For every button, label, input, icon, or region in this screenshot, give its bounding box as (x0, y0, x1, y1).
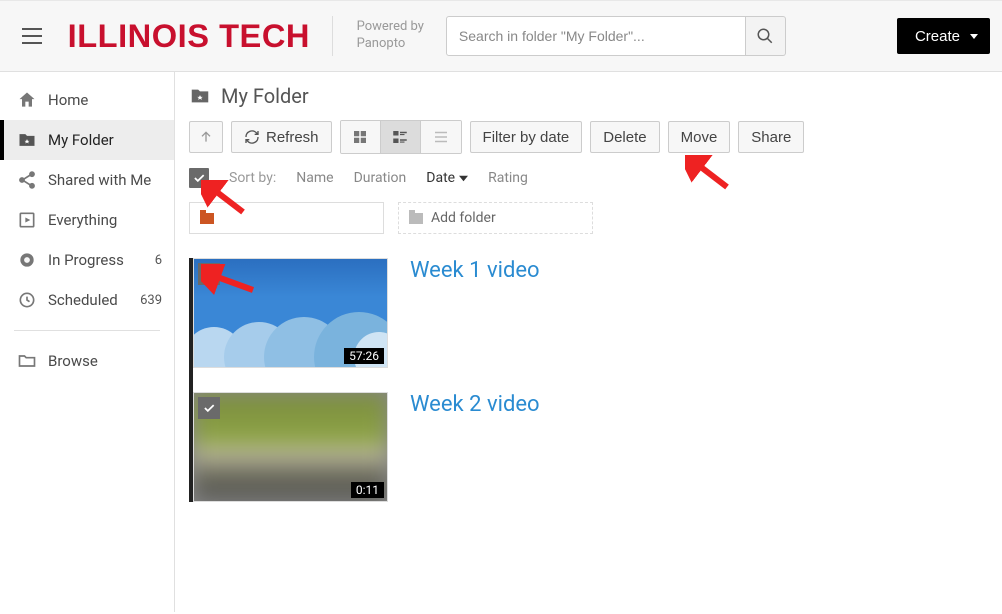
video-thumbnail[interactable]: 0:11 (193, 392, 388, 502)
refresh-button[interactable]: Refresh (231, 121, 332, 153)
search (446, 16, 786, 56)
view-grid-button[interactable] (341, 121, 381, 153)
sidebar-item-browse[interactable]: Browse (0, 341, 174, 381)
starred-folder-icon (189, 85, 211, 107)
sort-by-label: Sort by: (229, 170, 276, 186)
sidebar-item-shared[interactable]: Shared with Me (0, 160, 174, 200)
sidebar-divider (14, 330, 160, 331)
toolbar: Refresh Filter by date Delete Move Share (189, 120, 988, 154)
list-lines-icon (432, 128, 450, 146)
filter-button[interactable]: Filter by date (470, 121, 583, 153)
sidebar-item-everything[interactable]: Everything (0, 200, 174, 240)
powered-line2: Panopto (357, 36, 424, 53)
video-row: 0:11 Week 2 video (193, 392, 988, 502)
powered-line1: Powered by (357, 19, 424, 36)
video-checkbox[interactable] (198, 263, 220, 285)
sidebar-count: 639 (140, 293, 162, 308)
video-list: 57:26 Week 1 video 0:11 Week 2 video (189, 258, 988, 502)
sidebar-item-my-folder[interactable]: My Folder (0, 120, 174, 160)
sidebar-item-label: Everything (48, 211, 117, 229)
create-button[interactable]: Create (897, 18, 990, 54)
check-icon (202, 401, 216, 415)
sidebar-item-label: My Folder (48, 131, 114, 149)
video-thumbnail[interactable]: 57:26 (193, 258, 388, 368)
breadcrumb: My Folder (189, 84, 988, 108)
refresh-label: Refresh (266, 129, 319, 146)
delete-button[interactable]: Delete (590, 121, 659, 153)
video-title-link[interactable]: Week 2 video (410, 392, 540, 502)
search-input[interactable] (446, 16, 746, 56)
sidebar-count: 6 (155, 253, 162, 268)
check-icon (192, 171, 206, 185)
main-content: My Folder Refresh Filter by date Delete … (175, 72, 1002, 612)
powered-by-label: Powered by Panopto (357, 19, 424, 53)
caret-down-icon (459, 174, 468, 183)
sidebar-item-scheduled[interactable]: Scheduled 639 (0, 280, 174, 320)
top-bar: ILLINOIS TECH Powered by Panopto Create (0, 0, 1002, 72)
record-icon (16, 249, 38, 271)
folder-icon (409, 213, 423, 224)
sort-rating[interactable]: Rating (488, 170, 528, 186)
video-title-link[interactable]: Week 1 video (410, 258, 540, 368)
page-title: My Folder (221, 84, 309, 108)
video-row: 57:26 Week 1 video (193, 258, 988, 368)
select-all-checkbox[interactable] (189, 168, 209, 188)
video-duration: 57:26 (344, 348, 384, 364)
menu-icon[interactable] (12, 16, 52, 56)
sort-date[interactable]: Date (426, 170, 468, 186)
starred-folder-icon (16, 129, 38, 151)
folder-icon (200, 213, 214, 224)
view-list-button[interactable] (381, 121, 421, 153)
list-large-icon (391, 128, 409, 146)
logo[interactable]: ILLINOIS TECH (68, 18, 310, 55)
add-folder-label: Add folder (431, 210, 496, 226)
sidebar-item-label: Browse (48, 352, 98, 370)
video-checkbox[interactable] (198, 397, 220, 419)
sidebar-item-label: Scheduled (48, 291, 118, 309)
sidebar-item-home[interactable]: Home (0, 80, 174, 120)
play-square-icon (16, 209, 38, 231)
share-icon (16, 169, 38, 191)
grid-icon (351, 128, 369, 146)
sidebar-item-label: Shared with Me (48, 171, 151, 189)
arrow-up-icon (198, 129, 214, 145)
view-mode-group (340, 120, 462, 154)
view-detail-button[interactable] (421, 121, 461, 153)
create-label: Create (915, 28, 960, 45)
sort-bar: Sort by: Name Duration Date Rating (189, 168, 988, 188)
check-icon (202, 267, 216, 281)
folder-row: Add folder (189, 202, 988, 234)
sidebar: Home My Folder Shared with Me Everything… (0, 72, 175, 612)
move-button[interactable]: Move (668, 121, 731, 153)
caret-down-icon (970, 34, 978, 39)
add-folder-button[interactable]: Add folder (398, 202, 593, 234)
clock-icon (16, 289, 38, 311)
sort-duration[interactable]: Duration (354, 170, 407, 186)
current-folder-chip[interactable] (189, 202, 384, 234)
sidebar-item-in-progress[interactable]: In Progress 6 (0, 240, 174, 280)
sidebar-item-label: In Progress (48, 251, 124, 269)
folder-icon (16, 350, 38, 372)
sort-date-label: Date (426, 170, 455, 186)
search-icon (756, 27, 774, 45)
share-button[interactable]: Share (738, 121, 804, 153)
refresh-icon (244, 129, 260, 145)
video-duration: 0:11 (351, 482, 384, 498)
up-button[interactable] (189, 121, 223, 153)
divider (332, 16, 333, 56)
search-button[interactable] (746, 16, 786, 56)
sidebar-item-label: Home (48, 91, 88, 109)
home-icon (16, 89, 38, 111)
sort-name[interactable]: Name (296, 170, 333, 186)
